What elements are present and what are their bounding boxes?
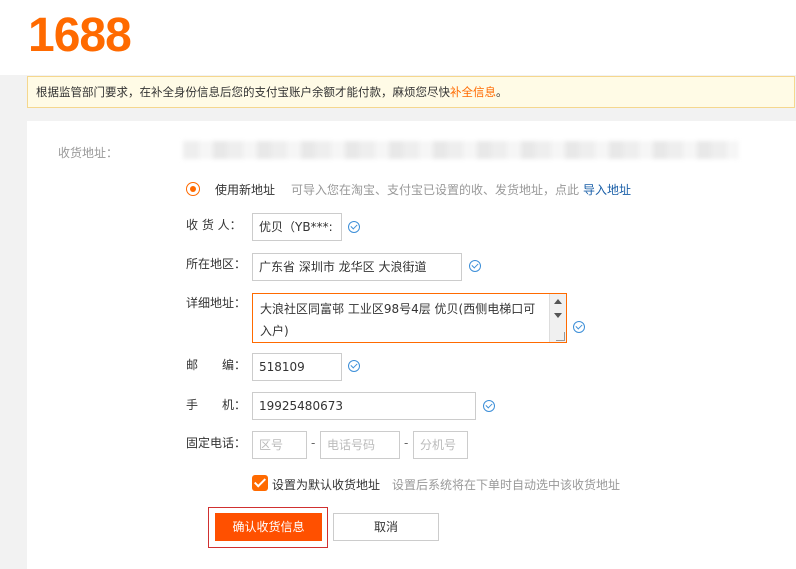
cancel-button[interactable]: 取消: [333, 513, 439, 541]
mobile-label: 手 机：: [186, 398, 247, 412]
complete-info-link[interactable]: 补全信息: [450, 85, 496, 99]
textarea-scrollbar[interactable]: [549, 294, 566, 342]
import-hint-text: 可导入您在淘宝、支付宝已设置的收、发货地址，点此: [291, 183, 580, 197]
detail-address-label: 详细地址：: [186, 296, 247, 310]
region-label: 所在地区：: [186, 257, 247, 271]
phone-separator: -: [404, 436, 409, 450]
default-address-label[interactable]: 设置为默认收货地址: [272, 476, 380, 493]
area-code-input[interactable]: 区号: [252, 431, 307, 459]
blurred-existing-address: [183, 141, 739, 159]
detail-address-value: 大浪社区同富邨 工业区98号4层 优贝(西侧电梯口可入户): [260, 302, 536, 338]
default-address-hint: 设置后系统将在下单时自动选中该收货地址: [392, 478, 621, 492]
notice-banner: 根据监管部门要求，在补全身份信息后您的支付宝账户余额才能付款，麻烦您尽快补全信息…: [27, 76, 795, 108]
resize-handle-icon[interactable]: [556, 332, 565, 341]
default-address-checkbox[interactable]: [252, 475, 268, 491]
receiver-valid-check-icon: [348, 221, 360, 233]
postcode-input[interactable]: 518109: [252, 353, 342, 381]
extension-input[interactable]: 分机号: [413, 431, 468, 459]
receiver-input[interactable]: 优贝（YB***:: [252, 213, 342, 241]
landline-label: 固定电话：: [186, 436, 247, 450]
phone-separator: -: [311, 436, 316, 450]
confirm-address-button[interactable]: 确认收货信息: [215, 513, 322, 541]
notice-suffix: 。: [496, 85, 508, 99]
address-label: 收货地址：: [58, 146, 119, 160]
postcode-valid-check-icon: [348, 360, 360, 372]
scroll-down-arrow-icon[interactable]: [554, 313, 562, 318]
mobile-input[interactable]: 19925480673: [252, 392, 476, 420]
logo-1688[interactable]: 1688: [28, 10, 132, 62]
detail-address-textarea[interactable]: 大浪社区同富邨 工业区98号4层 优贝(西侧电梯口可入户): [252, 293, 567, 343]
phone-number-input[interactable]: 电话号码: [320, 431, 400, 459]
region-valid-check-icon: [469, 260, 481, 272]
detail-valid-check-icon: [573, 321, 585, 333]
import-address-link[interactable]: 导入地址: [583, 181, 631, 198]
scroll-up-arrow-icon[interactable]: [554, 299, 562, 304]
postcode-label: 邮 编：: [186, 358, 247, 372]
use-new-address-label[interactable]: 使用新地址: [215, 181, 275, 198]
region-select[interactable]: 广东省 深圳市 龙华区 大浪街道: [252, 253, 462, 281]
notice-text: 根据监管部门要求，在补全身份信息后您的支付宝账户余额才能付款，麻烦您尽快: [36, 85, 450, 99]
mobile-valid-check-icon: [483, 400, 495, 412]
header: 1688: [0, 0, 796, 75]
receiver-label: 收 货 人：: [186, 218, 242, 232]
use-new-address-radio[interactable]: [186, 182, 200, 196]
